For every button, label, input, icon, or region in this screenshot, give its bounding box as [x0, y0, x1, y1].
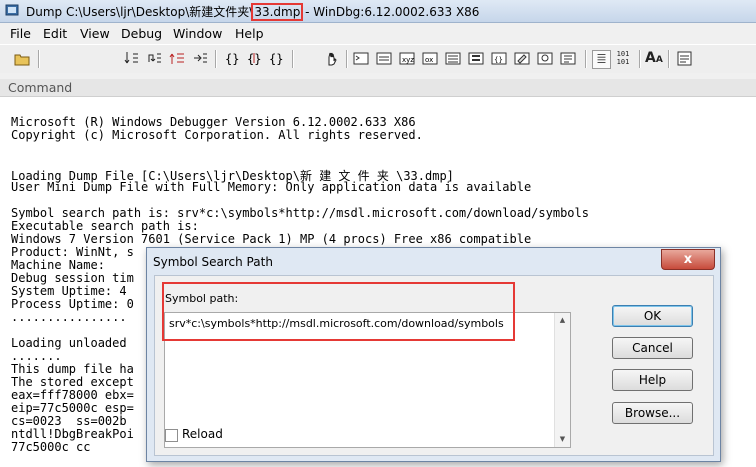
svg-text:xyz: xyz	[402, 56, 414, 64]
dialog-title: Symbol Search Path	[153, 255, 273, 269]
watch-window-icon[interactable]	[376, 50, 393, 67]
toolbar-separator	[668, 50, 670, 68]
console-line: The stored except	[11, 375, 134, 389]
locals-window-icon[interactable]: xyz	[399, 50, 416, 67]
step-out-icon[interactable]	[169, 50, 186, 67]
scratch-pad-icon[interactable]	[514, 50, 531, 67]
options-icon[interactable]	[560, 50, 577, 67]
symbol-search-path-dialog: Symbol Search Path x Symbol path: srv*c:…	[146, 247, 721, 462]
console-line: ................	[11, 310, 127, 324]
svg-text:{}: {}	[494, 56, 503, 64]
toolbar-separator	[215, 50, 217, 68]
step-into-icon[interactable]	[123, 50, 140, 67]
console-line: This dump file ha	[11, 362, 134, 376]
menu-edit[interactable]: Edit	[43, 26, 67, 41]
console-line: Machine Name:	[11, 258, 105, 272]
scroll-up-icon[interactable]: ▲	[555, 313, 570, 328]
help-button[interactable]: Help	[612, 369, 693, 391]
hex-status-icon[interactable]: 101 101	[612, 50, 634, 67]
close-icon[interactable]: x	[661, 249, 715, 270]
source-lines-icon[interactable]	[592, 50, 611, 69]
console-line: eip=77c5000c esp=	[11, 401, 134, 415]
highlight-annotation	[162, 282, 515, 341]
memory-window-icon[interactable]	[445, 50, 462, 67]
console-line: System Uptime: 4	[11, 284, 127, 298]
console-line: eax=fff78000 ebx=	[11, 388, 134, 402]
svg-text:{}: {}	[225, 52, 239, 66]
call-stack-icon[interactable]	[468, 50, 485, 67]
window-title-app: - WinDbg:6.12.0002.633 X86	[301, 5, 480, 19]
menu-bar: File Edit View Debug Window Help	[0, 23, 756, 44]
step-over-icon[interactable]	[146, 50, 163, 67]
breakpoint-brace-icon[interactable]: {}	[268, 50, 285, 67]
symbol-path-scrollbar[interactable]: ▲ ▼	[554, 313, 570, 447]
console-line: Executable search path is:	[11, 219, 199, 233]
console-line: Product: WinNt, s	[11, 245, 134, 259]
dump-file-name: 33.dmp	[251, 3, 304, 21]
console-line: ntdll!DbgBreakPoi	[11, 427, 134, 441]
reload-label: Reload	[182, 427, 223, 441]
options-dialog-icon[interactable]	[676, 50, 693, 67]
svg-text:ox: ox	[425, 56, 433, 64]
console-line: .......	[11, 349, 62, 363]
run-to-cursor-icon[interactable]	[192, 50, 209, 67]
command-window-icon[interactable]	[353, 50, 370, 67]
console-line: Microsoft (R) Windows Debugger Version 6…	[11, 115, 416, 129]
browse-button[interactable]: Browse...	[612, 402, 693, 424]
console-line: Loading unloaded	[11, 336, 127, 350]
open-folder-icon[interactable]	[14, 50, 31, 67]
processes-threads-icon[interactable]	[537, 50, 554, 67]
reload-checkbox[interactable]	[165, 429, 178, 442]
hand-icon[interactable]	[324, 50, 341, 67]
toolbar-separator	[38, 50, 40, 68]
menu-debug[interactable]: Debug	[121, 26, 162, 41]
window-title-path: Dump C:\Users\ljr\Desktop\新建文件夹\	[26, 5, 254, 19]
console-line: User Mini Dump File with Full Memory: On…	[11, 180, 532, 194]
console-line: Process Uptime: 0	[11, 297, 134, 311]
console-line: cs=0023 ss=002b	[11, 414, 127, 428]
assembly-mode-icon[interactable]: {}	[246, 50, 263, 67]
font-icon[interactable]: AA	[645, 50, 663, 67]
menu-window[interactable]: Window	[173, 26, 222, 41]
console-line: Windows 7 Version 7601 (Service Pack 1) …	[11, 232, 532, 246]
toolbar-separator	[292, 50, 294, 68]
console-line: Debug session tim	[11, 271, 134, 285]
toolbar-separator	[639, 50, 641, 68]
toolbar-separator	[346, 50, 348, 68]
menu-help[interactable]: Help	[235, 26, 264, 41]
cancel-button[interactable]: Cancel	[612, 337, 693, 359]
toolbar-separator	[585, 50, 587, 68]
ok-button[interactable]: OK	[612, 305, 693, 327]
menu-file[interactable]: File	[10, 26, 31, 41]
console-line: Copyright (c) Microsoft Corporation. All…	[11, 128, 423, 142]
windbg-app-icon	[5, 4, 19, 16]
svg-text:{}: {}	[269, 52, 283, 66]
command-panel-title: Command	[0, 79, 756, 97]
menu-view[interactable]: View	[80, 26, 110, 41]
console-line: Symbol search path is: srv*c:\symbols*ht…	[11, 206, 589, 220]
source-mode-icon[interactable]: {}	[224, 50, 241, 67]
title-bar: Dump C:\Users\ljr\Desktop\新建文件夹\33.dmp -…	[0, 0, 756, 23]
registers-window-icon[interactable]: ox	[422, 50, 439, 67]
window-title: Dump C:\Users\ljr\Desktop\新建文件夹\33.dmp -…	[26, 3, 480, 21]
scroll-down-icon[interactable]: ▼	[555, 432, 570, 447]
dialog-body: Symbol path: srv*c:\symbols*http://msdl.…	[154, 275, 714, 456]
console-line: 77c5000c cc	[11, 440, 91, 454]
toolbar: {} {} {} xyz ox {} 101 101 AA	[0, 44, 756, 74]
disassembly-window-icon[interactable]: {}	[491, 50, 508, 67]
